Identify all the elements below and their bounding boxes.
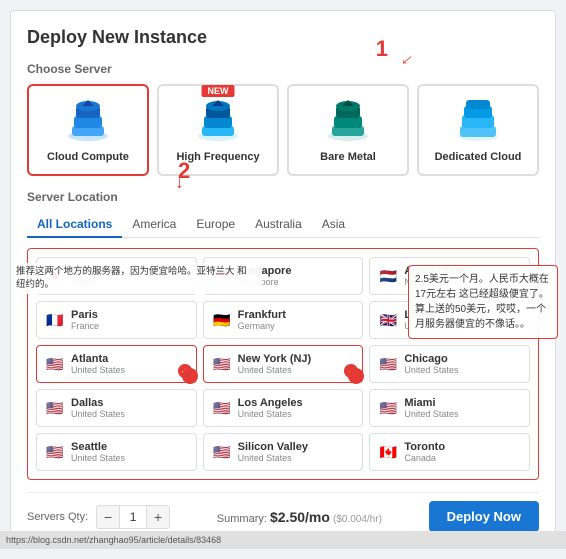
cloud-compute-label: Cloud Compute xyxy=(35,150,141,164)
flag-us-miami: 🇺🇸 xyxy=(378,401,398,415)
location-new-york[interactable]: 🇺🇸 New York (NJ) United States xyxy=(203,345,364,383)
flag-us-seattle: 🇺🇸 xyxy=(45,445,65,459)
url-bar: https://blog.csdn.net/zhanghao95/article… xyxy=(0,531,566,549)
country-us-seattle: United States xyxy=(71,453,125,463)
location-seattle[interactable]: 🇺🇸 Seattle United States xyxy=(36,433,197,471)
bare-metal-label: Bare Metal xyxy=(295,150,401,164)
flag-us-sv: 🇺🇸 xyxy=(212,445,232,459)
cloud-compute-icon xyxy=(64,96,112,144)
country-us-sv: United States xyxy=(238,453,308,463)
country-us-atlanta: United States xyxy=(71,365,125,375)
city-paris: Paris xyxy=(71,309,99,321)
summary-price: $2.50/mo xyxy=(270,509,330,525)
new-badge: NEW xyxy=(202,85,235,97)
city-chicago: Chicago xyxy=(404,353,458,365)
qty-section: Servers Qty: − + xyxy=(27,505,170,529)
annotation-chinese-left: 推荐这两个地方的服务器，因为便宜哈哈。亚特兰大 和 纽约的。 xyxy=(12,263,262,294)
country-canada: Canada xyxy=(404,453,445,463)
summary-section: Summary: $2.50/mo ($0.004/hr) xyxy=(217,509,382,525)
tab-asia[interactable]: Asia xyxy=(312,212,355,238)
tab-europe[interactable]: Europe xyxy=(186,212,245,238)
summary-hourly: ($0.004/hr) xyxy=(333,514,382,525)
city-toronto: Toronto xyxy=(404,441,445,453)
flag-germany: 🇩🇪 xyxy=(212,313,232,327)
location-miami[interactable]: 🇺🇸 Miami United States xyxy=(369,389,530,427)
high-frequency-icon xyxy=(194,96,242,144)
flag-us-atlanta: 🇺🇸 xyxy=(45,357,65,371)
qty-label: Servers Qty: xyxy=(27,511,88,523)
dedicated-cloud-icon xyxy=(454,96,502,144)
choose-server-label: Choose Server xyxy=(27,62,539,76)
flag-netherlands: 🇳🇱 xyxy=(378,269,398,283)
server-location-label: Server Location xyxy=(27,190,539,204)
city-seattle: Seattle xyxy=(71,441,125,453)
flag-us-chicago: 🇺🇸 xyxy=(378,357,398,371)
bare-metal-icon xyxy=(324,96,372,144)
flag-us-dallas: 🇺🇸 xyxy=(45,401,65,415)
location-silicon-valley[interactable]: 🇺🇸 Silicon Valley United States xyxy=(203,433,364,471)
country-us-la: United States xyxy=(238,409,303,419)
country-france: France xyxy=(71,321,99,331)
location-frankfurt[interactable]: 🇩🇪 Frankfurt Germany xyxy=(203,301,364,339)
flag-france: 🇫🇷 xyxy=(45,313,65,327)
location-tabs: All Locations America Europe Australia A… xyxy=(27,212,539,238)
tab-america[interactable]: America xyxy=(122,212,186,238)
deploy-now-button[interactable]: Deploy Now xyxy=(429,501,539,532)
qty-input[interactable] xyxy=(119,506,147,528)
city-dallas: Dallas xyxy=(71,397,125,409)
bottom-bar: Servers Qty: − + Summary: $2.50/mo ($0.0… xyxy=(27,492,539,532)
location-los-angeles[interactable]: 🇺🇸 Los Angeles United States xyxy=(203,389,364,427)
location-paris[interactable]: 🇫🇷 Paris France xyxy=(36,301,197,339)
high-frequency-label: High Frequency xyxy=(165,150,271,164)
selected-indicator-atlanta xyxy=(178,364,192,378)
qty-decrease-button[interactable]: − xyxy=(97,506,119,528)
page-title: Deploy New Instance xyxy=(27,27,539,48)
flag-us-la: 🇺🇸 xyxy=(212,401,232,415)
tab-all-locations[interactable]: All Locations xyxy=(27,212,122,238)
server-type-bare-metal[interactable]: Bare Metal xyxy=(287,84,409,176)
qty-increase-button[interactable]: + xyxy=(147,506,169,528)
country-us-ny: United States xyxy=(238,365,312,375)
flag-canada: 🇨🇦 xyxy=(378,445,398,459)
country-germany: Germany xyxy=(238,321,286,331)
country-us-miami: United States xyxy=(404,409,458,419)
qty-controls: − + xyxy=(96,505,170,529)
city-frankfurt: Frankfurt xyxy=(238,309,286,321)
server-type-dedicated-cloud[interactable]: Dedicated Cloud xyxy=(417,84,539,176)
tab-australia[interactable]: Australia xyxy=(245,212,312,238)
flag-uk: 🇬🇧 xyxy=(378,313,398,327)
url-text: https://blog.csdn.net/zhanghao95/article… xyxy=(6,535,221,545)
server-type-high-frequency[interactable]: NEW High Frequency xyxy=(157,84,279,176)
location-dallas[interactable]: 🇺🇸 Dallas United States xyxy=(36,389,197,427)
location-atlanta[interactable]: 🇺🇸 Atlanta United States xyxy=(36,345,197,383)
server-type-cloud-compute[interactable]: Cloud Compute xyxy=(27,84,149,176)
location-chicago[interactable]: 🇺🇸 Chicago United States xyxy=(369,345,530,383)
arrow-2: ↓ xyxy=(175,172,184,193)
summary-label: Summary: xyxy=(217,513,267,525)
server-type-grid: Cloud Compute NEW High Frequency xyxy=(27,84,539,176)
selected-indicator-ny xyxy=(344,364,358,378)
city-los-angeles: Los Angeles xyxy=(238,397,303,409)
location-toronto[interactable]: 🇨🇦 Toronto Canada xyxy=(369,433,530,471)
city-miami: Miami xyxy=(404,397,458,409)
country-us-dallas: United States xyxy=(71,409,125,419)
country-us-chicago: United States xyxy=(404,365,458,375)
flag-us-ny: 🇺🇸 xyxy=(212,357,232,371)
city-new-york: New York (NJ) xyxy=(238,353,312,365)
dedicated-cloud-label: Dedicated Cloud xyxy=(425,150,531,164)
annotation-chinese-right: 2.5美元一个月。人民币大概在17元左右 这已经超级便宜了。算上送的50美元，哎… xyxy=(408,265,558,339)
city-silicon-valley: Silicon Valley xyxy=(238,441,308,453)
city-atlanta: Atlanta xyxy=(71,353,125,365)
